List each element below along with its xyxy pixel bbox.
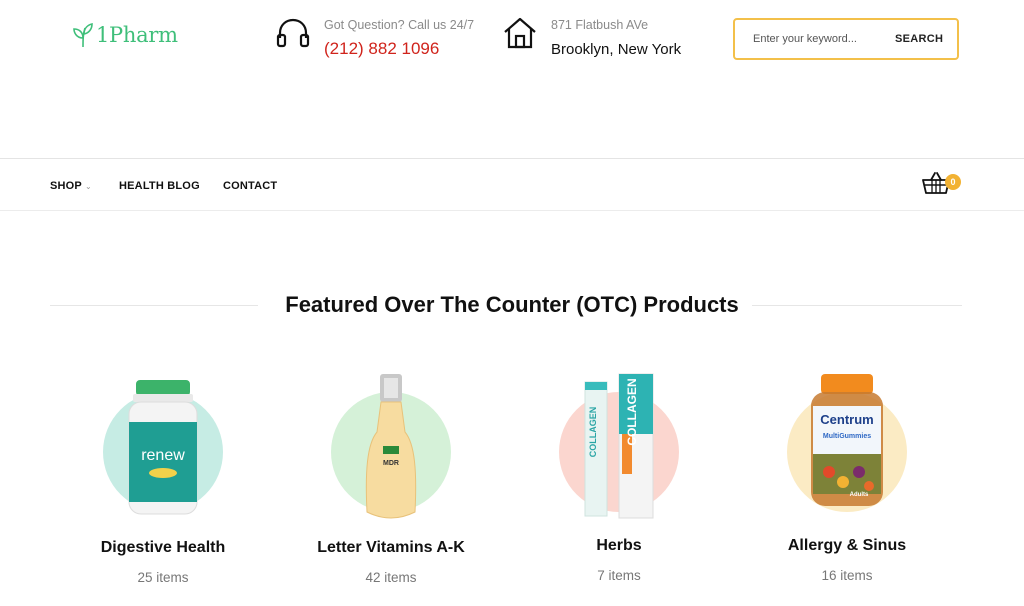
product-name: Allergy & Sinus xyxy=(787,537,907,554)
nav-item-label: SHOP xyxy=(50,180,82,192)
cart-button[interactable]: 0 xyxy=(922,171,961,200)
product-name: Herbs xyxy=(596,537,642,554)
nav-item-health-blog[interactable]: HEALTH BLOG xyxy=(119,180,200,192)
logo[interactable]: 1Pharm xyxy=(72,22,178,48)
address-block: 871 Flatbush AVe Brooklyn, New York xyxy=(503,17,681,58)
product-name: Digestive Health xyxy=(100,539,226,556)
product-name: Letter Vitamins A-K xyxy=(317,539,465,556)
svg-text:renew: renew xyxy=(141,447,185,464)
svg-text:MDR: MDR xyxy=(383,460,399,467)
product-image-collagen-box: COLLAGEN COLLAGEN xyxy=(584,373,654,519)
nav-item-contact[interactable]: CONTACT xyxy=(223,180,277,192)
section-title: Featured Over The Counter (OTC) Products xyxy=(285,292,739,317)
headphones-icon xyxy=(276,18,310,48)
logo-text: 1Pharm xyxy=(96,23,178,47)
cart-count-badge: 0 xyxy=(945,174,961,190)
svg-text:Adults: Adults xyxy=(850,492,869,498)
search-button[interactable]: SEARCH xyxy=(895,33,943,45)
main-nav: SHOP ⌄ HEALTH BLOG CONTACT xyxy=(0,158,1024,211)
product-image-renew-bottle: renew xyxy=(128,380,198,515)
svg-text:COLLAGEN: COLLAGEN xyxy=(588,407,598,458)
search-input[interactable] xyxy=(735,32,885,46)
product-count: 7 items xyxy=(597,568,641,583)
svg-text:Centrum: Centrum xyxy=(820,412,873,427)
product-count: 42 items xyxy=(365,570,417,585)
phone-number[interactable]: (212) 882 1096 xyxy=(324,39,474,59)
svg-text:MultiGummies: MultiGummies xyxy=(823,433,871,440)
chevron-down-icon: ⌄ xyxy=(84,182,92,191)
nav-item-shop[interactable]: SHOP ⌄ xyxy=(50,180,92,192)
product-count: 16 items xyxy=(821,568,873,583)
product-image-mdr-bottle: MDR xyxy=(365,374,417,519)
address-line2: Brooklyn, New York xyxy=(551,41,682,58)
search-box: SEARCH xyxy=(733,18,959,60)
svg-text:COLLAGEN: COLLAGEN xyxy=(625,378,639,445)
contact-label: Got Question? Call us 24/7 xyxy=(324,18,475,32)
home-icon xyxy=(504,17,536,49)
product-count: 25 items xyxy=(137,570,189,585)
leaf-icon xyxy=(73,22,93,48)
contact-block: Got Question? Call us 24/7 (212) 882 109… xyxy=(276,17,474,59)
product-image-centrum-jar: Centrum MultiGummies Adults xyxy=(811,374,883,506)
address-line1: 871 Flatbush AVe xyxy=(551,18,649,32)
